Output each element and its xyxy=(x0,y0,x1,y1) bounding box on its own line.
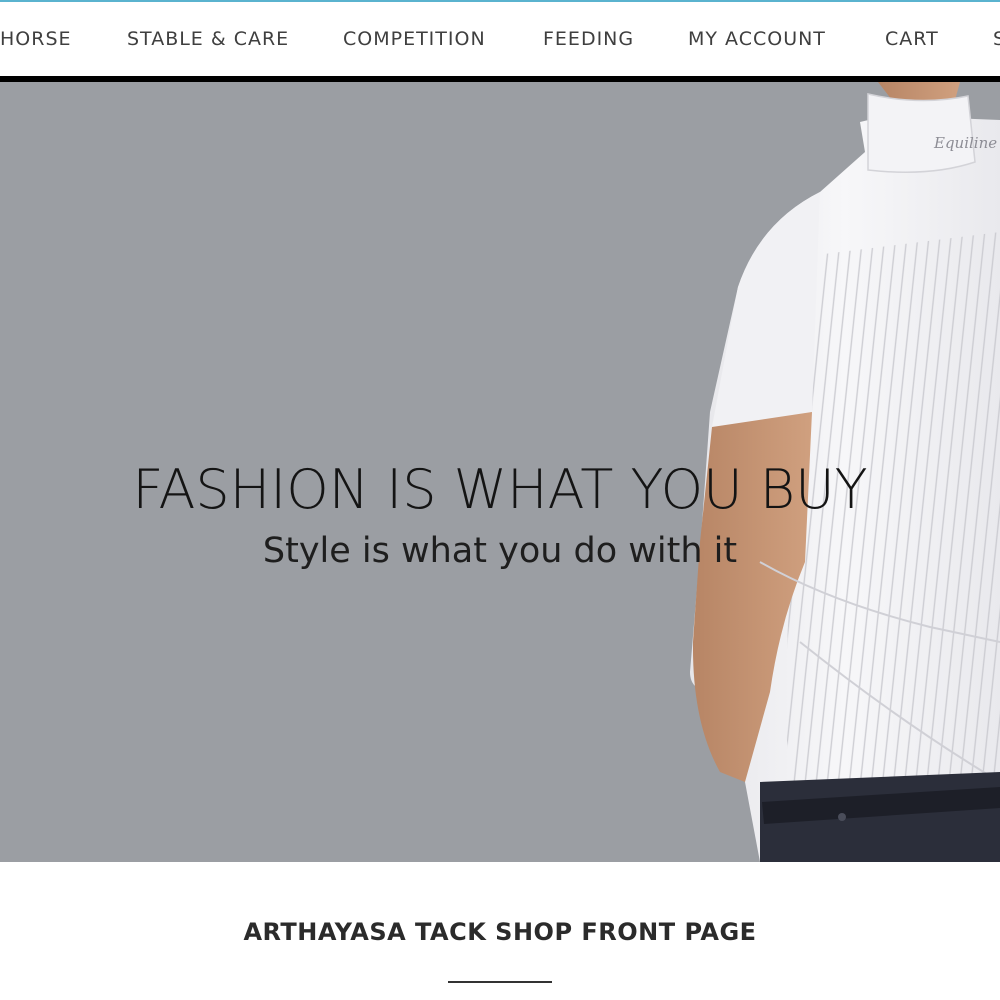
nav-item-truncated[interactable]: S xyxy=(993,28,1000,50)
section-divider xyxy=(448,981,552,983)
nav-item-horse[interactable]: HORSE xyxy=(0,28,72,50)
nav-item-feeding[interactable]: FEEDING xyxy=(543,28,634,50)
section-title: ARTHAYASA TACK SHOP FRONT PAGE xyxy=(243,918,757,946)
collar-logo: Equiline xyxy=(933,134,997,152)
model-sleeve xyxy=(712,192,820,427)
nav-item-my-account[interactable]: MY ACCOUNT xyxy=(688,28,826,50)
nav-item-stable-care[interactable]: STABLE & CARE xyxy=(127,28,289,50)
nav-item-competition[interactable]: COMPETITION xyxy=(343,28,486,50)
hero-subtitle: Style is what you do with it xyxy=(262,531,738,571)
main-navigation: HORSE STABLE & CARE COMPETITION FEEDING … xyxy=(0,2,1000,76)
nav-item-cart[interactable]: CART xyxy=(885,28,939,50)
hero-banner[interactable]: Equiline FASHION IS WHAT YOU BUY Style i… xyxy=(0,82,1000,862)
hero-title: FASHION IS WHAT YOU BUY xyxy=(132,458,868,521)
belt-rivet xyxy=(838,813,846,821)
